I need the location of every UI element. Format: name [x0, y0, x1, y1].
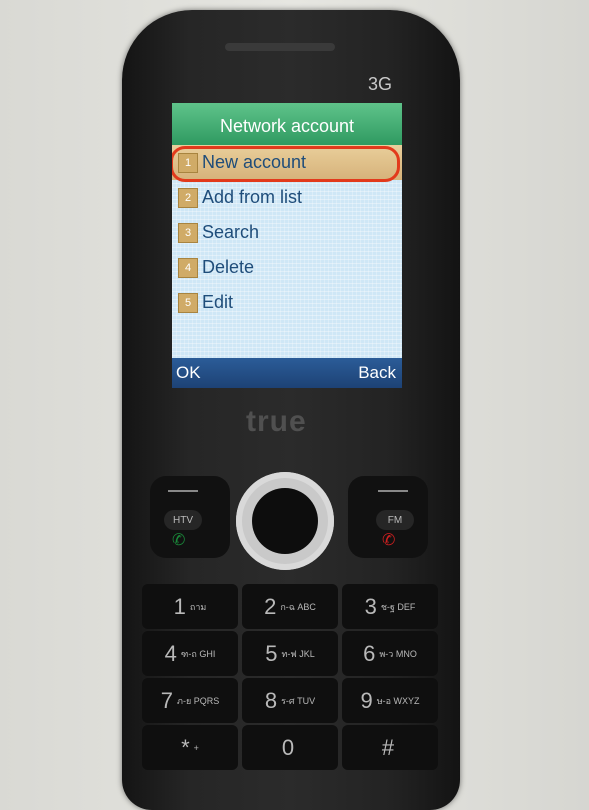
key-letters: ษ-อ WXYZ	[376, 695, 420, 706]
key-3[interactable]: 3 ช-ฐ DEF	[342, 584, 438, 629]
menu-item-label: Add from list	[202, 187, 303, 207]
softkey-bar: OK Back	[172, 358, 402, 388]
key-7[interactable]: 7 ภ-ย PQRS	[142, 678, 238, 723]
key-digit: 7	[160, 687, 174, 713]
key-digit: 8	[264, 687, 278, 713]
number-icon: 5	[178, 292, 198, 313]
menu-item-edit[interactable]: 5 Edit	[172, 285, 402, 320]
key-2[interactable]: 2 ก-ฉ ABC	[242, 584, 338, 629]
key-digit: *	[181, 734, 190, 760]
key-letters: ช-ฐ DEF	[380, 601, 416, 612]
speaker-grille	[225, 43, 335, 51]
menu-item-delete[interactable]: 4 Delete	[172, 250, 402, 285]
key-0[interactable]: 0	[242, 725, 338, 770]
number-icon: 3	[178, 222, 198, 243]
menu-item-label: Edit	[202, 292, 234, 312]
phone-screen: Network account 1 New account 2 Add from…	[172, 103, 402, 388]
key-6[interactable]: 6 พ-ว MNO	[342, 631, 438, 676]
call-green-icon: ✆	[172, 532, 186, 549]
key-9[interactable]: 9 ษ-อ WXYZ	[342, 678, 438, 723]
brand-logo: true	[246, 405, 307, 438]
end-call-red-icon: ✆	[382, 532, 396, 549]
ok-softkey[interactable]: OK	[176, 363, 201, 383]
key-digit: 1	[173, 593, 186, 619]
key-5[interactable]: 5 ท-ฟ JKL	[242, 631, 338, 676]
key-8[interactable]: 8 ร-ศ TUV	[242, 678, 338, 723]
screen-title: Network account	[172, 103, 402, 145]
network-badge: 3G	[368, 74, 393, 94]
key-letters: ก-ฉ ABC	[280, 601, 316, 612]
htv-key-label: HTV	[164, 510, 202, 530]
menu-item-label: Search	[202, 222, 260, 242]
menu-item-new-account[interactable]: 1 New account	[172, 145, 402, 182]
number-icon: 1	[178, 152, 198, 173]
key-letters: พ-ว MNO	[379, 648, 417, 659]
menu-item-label: New account	[202, 152, 307, 172]
key-digit: 4	[164, 640, 177, 666]
back-softkey[interactable]: Back	[358, 363, 396, 383]
number-icon: 2	[178, 187, 198, 208]
key-letters: ถาม	[189, 601, 207, 612]
nav-center-button[interactable]	[252, 488, 318, 554]
key-digit: 0	[281, 734, 295, 760]
menu-item-search[interactable]: 3 Search	[172, 215, 402, 250]
key-1[interactable]: 1 ถาม	[142, 584, 238, 629]
number-icon: 4	[178, 257, 198, 278]
right-soft-key[interactable]: FM ✆	[348, 476, 428, 558]
menu-item-label: Delete	[202, 257, 255, 277]
key-digit: 3	[364, 593, 377, 619]
menu-item-add-from-list[interactable]: 2 Add from list	[172, 180, 402, 215]
key-letters: ท-ฟ JKL	[281, 648, 315, 659]
key-letters: ภ-ย PQRS	[177, 695, 220, 706]
key-letters: +	[193, 742, 199, 753]
key-digit: 5	[265, 640, 278, 666]
key-digit: #	[381, 734, 395, 760]
key-digit: 6	[363, 640, 376, 666]
key-digit: 2	[264, 593, 277, 619]
menu-list: 1 New account 2 Add from list 3 Search 4…	[172, 145, 402, 320]
key-digit: 9	[360, 687, 373, 713]
key-letters: ร-ศ TUV	[281, 695, 316, 706]
left-soft-key[interactable]: HTV ✆	[150, 476, 230, 558]
keypad: 1 ถาม 2 ก-ฉ ABC 3 ช-ฐ DEF 4 ฑ-ถ GHI 5 ท-ฟ JKL…	[140, 584, 440, 772]
divider	[168, 490, 198, 492]
key-hash[interactable]: #	[342, 725, 438, 770]
key-4[interactable]: 4 ฑ-ถ GHI	[142, 631, 238, 676]
divider	[378, 490, 408, 492]
key-letters: ฑ-ถ GHI	[180, 648, 216, 659]
fm-key-label: FM	[376, 510, 414, 530]
key-star[interactable]: * +	[142, 725, 238, 770]
